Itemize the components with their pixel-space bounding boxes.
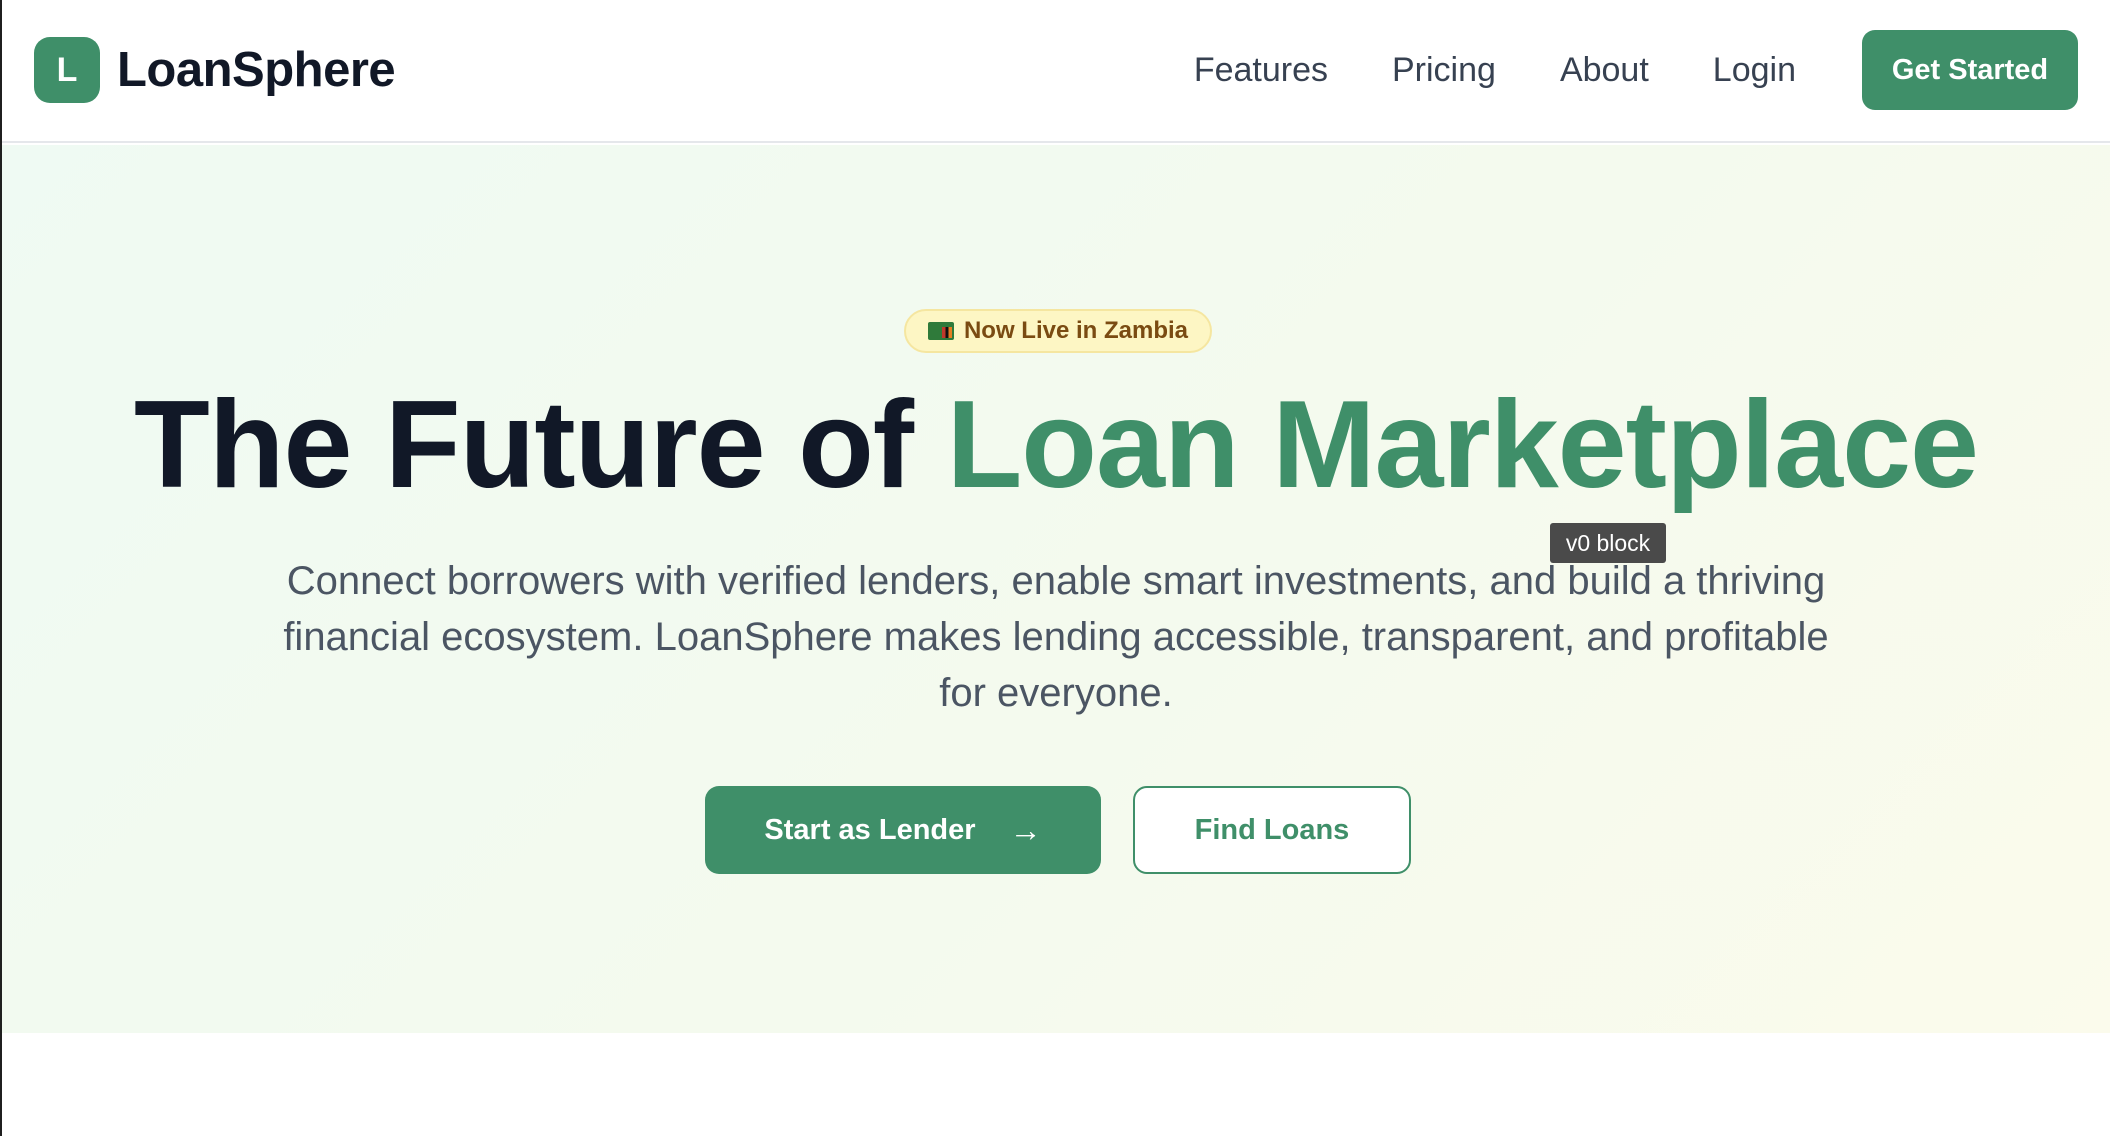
logo-icon: L	[34, 37, 100, 103]
brand-name: LoanSphere	[117, 43, 396, 97]
hero-headline: The Future of Loan Marketplace	[2, 375, 2110, 515]
site-header: L LoanSphere Features Pricing About Logi…	[2, 0, 2110, 143]
start-as-lender-button[interactable]: Start as Lender →	[705, 786, 1101, 874]
hero-section: Now Live in Zambia The Future of Loan Ma…	[2, 145, 2110, 1033]
nav-link-features[interactable]: Features	[1194, 51, 1328, 90]
start-as-lender-label: Start as Lender	[764, 813, 976, 846]
find-loans-button[interactable]: Find Loans	[1133, 786, 1411, 874]
nav-link-pricing[interactable]: Pricing	[1392, 51, 1496, 90]
nav-link-about[interactable]: About	[1560, 51, 1649, 90]
hero-subtext: Connect borrowers with verified lenders,…	[283, 559, 1829, 715]
v0-block-tooltip: v0 block	[1550, 523, 1666, 563]
brand[interactable]: L LoanSphere	[34, 37, 396, 103]
status-badge: Now Live in Zambia	[904, 309, 1212, 353]
arrow-right-icon: →	[1009, 811, 1042, 848]
badge-label: Now Live in Zambia	[963, 317, 1189, 344]
headline-accent-part: Loan Marketplace	[946, 376, 1979, 514]
main-nav: Features Pricing About Login Get Started	[1194, 30, 2078, 110]
zambia-flag-icon	[927, 322, 954, 340]
get-started-button[interactable]: Get Started	[1862, 30, 2078, 110]
headline-dark-part: The Future of	[133, 376, 947, 514]
nav-link-login[interactable]: Login	[1713, 51, 1796, 90]
page: L LoanSphere Features Pricing About Logi…	[0, 0, 2110, 1136]
